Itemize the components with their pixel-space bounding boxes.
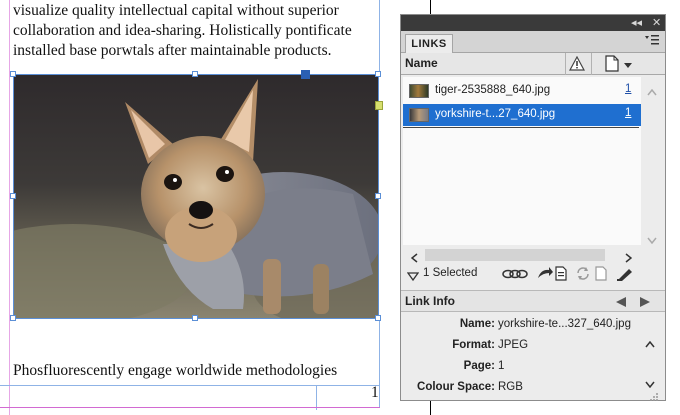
handle-mid-left[interactable]	[10, 193, 16, 199]
link-info-header[interactable]: Link Info	[401, 290, 665, 312]
vertical-scrollbar[interactable]	[641, 77, 663, 245]
tab-links[interactable]: LINKS	[405, 34, 453, 54]
column-header-name[interactable]: Name	[405, 56, 438, 70]
handle-mid-right[interactable]	[375, 193, 381, 199]
toggle-link-info-icon[interactable]	[406, 269, 420, 287]
handle-top-mid[interactable]	[192, 71, 198, 77]
scroll-down-icon[interactable]	[647, 231, 657, 249]
links-list: tiger-2535888_640.jpg 1 yorkshire-t...27…	[403, 77, 641, 245]
column-guide	[379, 320, 380, 408]
info-page-value: 1	[498, 360, 505, 372]
text-frame-right-edge	[379, 0, 380, 72]
sort-arrow-icon[interactable]	[623, 57, 633, 75]
horizontal-scrollbar[interactable]	[403, 247, 641, 263]
yorkshire-terrier-image	[13, 74, 379, 318]
handle-bottom-left[interactable]	[10, 315, 16, 321]
paragraph-line-1: visualize quality intellectual capital w…	[13, 2, 339, 19]
tiger-thumbnail-icon	[409, 84, 429, 98]
paragraph-line-2: collaboration and idea-sharing. Holistic…	[13, 22, 352, 39]
info-colour-space-value: RGB	[498, 381, 523, 393]
links-panel: ◂◂ ✕ LINKS Name tiger-2535888_640.jpg 1 …	[400, 14, 666, 401]
warning-icon[interactable]	[568, 55, 586, 76]
panel-tab-row: LINKS	[401, 31, 665, 54]
handle-bottom-right[interactable]	[375, 315, 381, 321]
page-bottom-margin	[0, 407, 380, 408]
close-panel-icon[interactable]: ✕	[652, 16, 661, 30]
dog-photo-frame[interactable]	[13, 74, 379, 318]
handle-bottom-mid[interactable]	[192, 315, 198, 321]
info-name-value: yorkshire-te...327_640.jpg	[498, 318, 631, 330]
page-margin-guide	[9, 0, 10, 415]
handle-top-left[interactable]	[10, 71, 16, 77]
paragraph-line-3: installed base porwtals after maintainab…	[13, 42, 332, 59]
page-number-marker: 1	[371, 384, 379, 401]
relink-cc-libraries-icon[interactable]	[501, 267, 529, 285]
info-colour-space-label: Colour Space:	[417, 381, 495, 393]
edit-original-icon[interactable]	[617, 266, 635, 286]
info-format-label: Format:	[452, 339, 495, 351]
link-page-number[interactable]: 1	[625, 107, 631, 119]
missing-link-page-icon[interactable]	[595, 266, 607, 286]
info-scroll-up-icon[interactable]	[645, 335, 655, 353]
bottom-paragraph-line: Phosfluorescently engage worldwide metho…	[13, 362, 338, 379]
go-to-link-icon[interactable]	[537, 266, 553, 285]
panel-status-row: 1 Selected	[401, 264, 665, 284]
column-divider[interactable]	[591, 53, 592, 75]
selection-count: 1 Selected	[423, 267, 478, 279]
baseline-guide	[0, 385, 380, 386]
link-info-title: Link Info	[405, 294, 455, 308]
next-link-icon[interactable]	[639, 295, 651, 313]
yorkshire-thumbnail-icon	[409, 108, 429, 122]
collapse-panel-icon[interactable]: ◂◂	[631, 16, 642, 30]
list-item-selected[interactable]: yorkshire-t...27_640.jpg 1	[403, 104, 641, 126]
info-page-label: Page:	[463, 360, 495, 372]
resize-grip-icon[interactable]	[649, 389, 659, 407]
link-page-number[interactable]: 1	[625, 83, 631, 95]
hamburger-menu-icon	[645, 35, 659, 45]
horizontal-scroll-thumb[interactable]	[425, 249, 605, 261]
update-link-icon[interactable]	[555, 266, 567, 286]
out-port-icon[interactable]	[375, 101, 383, 110]
content-grabber-handle[interactable]	[301, 70, 310, 79]
handle-top-right[interactable]	[375, 71, 381, 77]
column-header-row: Name	[401, 53, 665, 75]
link-file-name: yorkshire-t...27_640.jpg	[435, 108, 556, 120]
info-format-value: JPEG	[498, 339, 529, 351]
panel-titlebar[interactable]: ◂◂ ✕	[401, 15, 665, 31]
scroll-up-icon[interactable]	[647, 83, 657, 101]
link-info-body: Name: yorkshire-te...327_640.jpg Format:…	[401, 313, 665, 401]
update-all-links-icon[interactable]	[575, 266, 591, 286]
info-name-label: Name:	[459, 318, 495, 330]
panel-menu-button[interactable]	[645, 35, 659, 48]
column-divider[interactable]	[565, 53, 566, 75]
previous-link-icon[interactable]	[615, 295, 627, 313]
list-item[interactable]: tiger-2535888_640.jpg 1	[403, 80, 641, 102]
link-file-name: tiger-2535888_640.jpg	[435, 84, 551, 96]
page-icon[interactable]	[605, 55, 619, 77]
row-underline	[403, 127, 639, 128]
